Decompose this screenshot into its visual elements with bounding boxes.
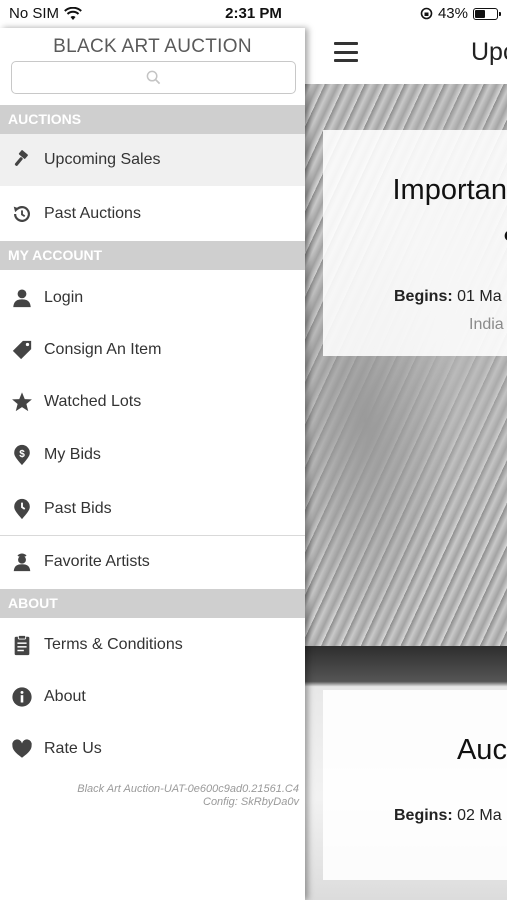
battery-percent: 43% [437, 5, 468, 22]
menu-item-rate-us[interactable]: Rate Us [0, 723, 305, 775]
auction-location: India [469, 316, 504, 333]
menu-item-favorite-artists[interactable]: Favorite Artists [0, 536, 305, 588]
auction-begins: Begins: 01 Ma [394, 288, 502, 306]
menu-item-login[interactable]: Login [0, 272, 305, 324]
artist-icon [0, 551, 44, 573]
menu-item-label: Consign An Item [44, 341, 162, 358]
tag-icon [0, 339, 44, 361]
menu-item-label: Rate Us [44, 740, 102, 757]
dollar-pin-icon: $ [0, 444, 44, 466]
battery-icon [473, 7, 501, 20]
clipboard-icon [0, 634, 44, 656]
auction-title: Important [392, 174, 507, 206]
page-title: Upc [471, 38, 507, 66]
menu-item-label: Watched Lots [44, 393, 142, 410]
begins-value: 02 Ma [457, 807, 502, 824]
section-my-account: MY ACCOUNT [0, 241, 305, 270]
star-icon [0, 391, 44, 413]
battery-fill [475, 9, 485, 18]
section-about: ABOUT [0, 589, 305, 618]
brand-title: BLACK ART AUCTION [53, 36, 252, 57]
user-icon [0, 287, 44, 309]
auction-title: Auct [456, 734, 507, 766]
menu-item-label: Past Bids [44, 500, 112, 517]
auction-card[interactable]: Important & Begins: 01 Ma India [323, 130, 507, 356]
status-right-group: 43% [420, 5, 501, 22]
svg-text:$: $ [19, 449, 25, 460]
menu-item-label: My Bids [44, 446, 101, 463]
clock-pin-icon [0, 498, 44, 520]
begins-value: 01 Ma [457, 288, 502, 305]
menu-item-label: About [44, 688, 86, 705]
menu-item-label: Terms & Conditions [44, 636, 183, 653]
menu-item-label: Upcoming Sales [44, 151, 161, 168]
section-auctions: AUCTIONS [0, 105, 305, 134]
side-drawer: BLACK ART AUCTION AUCTIONS Upcoming Sale… [0, 28, 305, 900]
menu-item-past-bids[interactable]: Past Bids [0, 482, 305, 536]
menu-item-label: Past Auctions [44, 205, 141, 222]
menu-item-my-bids[interactable]: $ My Bids [0, 428, 305, 482]
build-info: Black Art Auction-UAT-0e600c9ad0.21561.C… [77, 783, 299, 809]
begins-label: Begins: [394, 807, 453, 824]
menu-item-upcoming-sales[interactable]: Upcoming Sales [0, 134, 305, 186]
main-content: Upc Important & Begins: 01 Ma India Auct… [305, 0, 507, 900]
menu-item-label: Favorite Artists [44, 553, 150, 570]
auction-subtitle: & [504, 216, 507, 249]
auction-begins: Begins: 02 Ma [394, 807, 502, 825]
menu-item-past-auctions[interactable]: Past Auctions [0, 188, 305, 240]
rotation-lock-icon [420, 7, 433, 20]
begins-label: Begins: [394, 288, 453, 305]
search-icon [146, 70, 161, 85]
hamburger-menu-icon[interactable] [334, 42, 358, 62]
menu-item-watched-lots[interactable]: Watched Lots [0, 376, 305, 428]
search-input[interactable] [11, 61, 296, 94]
menu-item-about[interactable]: About [0, 671, 305, 723]
status-bar: No SIM 2:31 PM 43% [0, 0, 507, 28]
build-version: Black Art Auction-UAT-0e600c9ad0.21561.C… [77, 783, 299, 795]
heart-icon [0, 738, 44, 760]
build-config: Config: SkRbyDa0v [203, 796, 299, 808]
menu-item-terms[interactable]: Terms & Conditions [0, 619, 305, 671]
menu-item-consign[interactable]: Consign An Item [0, 324, 305, 376]
menu-item-label: Login [44, 289, 84, 306]
auction-card[interactable]: Auct Begins: 02 Ma [323, 690, 507, 880]
info-icon [0, 686, 44, 708]
history-icon [0, 203, 44, 225]
gavel-icon [0, 149, 44, 171]
